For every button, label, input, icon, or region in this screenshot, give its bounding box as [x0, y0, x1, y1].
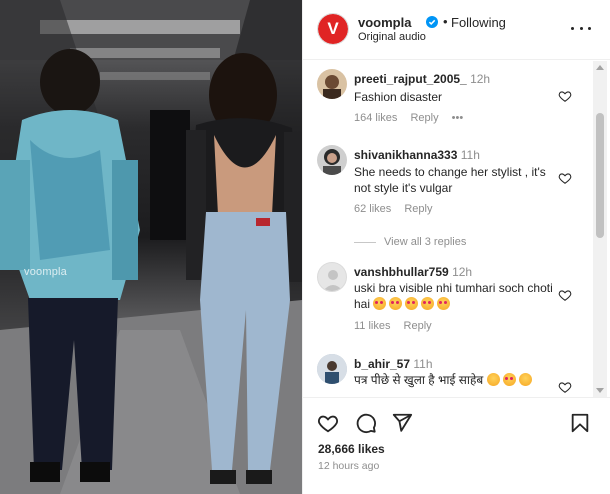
- comment-like-heart-icon[interactable]: [558, 380, 572, 394]
- more-options-icon[interactable]: [571, 18, 591, 38]
- heart-eyes-emoji-icon: [421, 297, 435, 310]
- scroll-up-arrow-icon[interactable]: [596, 65, 604, 70]
- clap-emoji-icon: [486, 373, 500, 386]
- heart-eyes-emoji-icon: [389, 297, 403, 310]
- comment-like-heart-icon[interactable]: [558, 288, 572, 302]
- commenter-avatar[interactable]: [317, 69, 347, 99]
- comment-time: 12h: [452, 265, 473, 279]
- media-watermark: voompla: [24, 266, 67, 278]
- comment-likes[interactable]: 62 likes: [354, 203, 391, 215]
- author-avatar[interactable]: V: [318, 14, 348, 44]
- author-username[interactable]: voompla: [358, 15, 411, 30]
- comment-more-icon[interactable]: •••: [452, 112, 464, 124]
- scroll-down-arrow-icon[interactable]: [596, 388, 604, 393]
- replies-divider: [354, 241, 376, 243]
- video-frame-illustration: [0, 0, 302, 494]
- comment-icon[interactable]: [355, 412, 377, 434]
- scrollbar-thumb[interactable]: [596, 113, 604, 238]
- commenter-avatar[interactable]: [317, 262, 347, 292]
- heart-eyes-emoji-icon: [405, 297, 419, 310]
- post-sidebar: V voompla • Following Original audio pre…: [302, 0, 610, 494]
- comment-likes[interactable]: 164 likes: [354, 112, 397, 124]
- comment-likes[interactable]: 11 likes: [354, 320, 390, 332]
- post-header: V voompla • Following Original audio: [303, 0, 610, 60]
- comment-time: 11h: [460, 148, 480, 162]
- heart-eyes-emoji-icon: [437, 297, 451, 310]
- verified-badge-icon: [426, 16, 438, 28]
- reply-button[interactable]: Reply: [404, 203, 432, 215]
- comment-time: 11h: [413, 357, 433, 371]
- post-timestamp[interactable]: 12 hours ago: [318, 460, 379, 472]
- view-replies-button[interactable]: View all 3 replies: [354, 236, 466, 248]
- commenter-avatar[interactable]: [317, 354, 347, 384]
- comment-username[interactable]: b_ahir_57: [354, 357, 410, 371]
- reply-button[interactable]: Reply: [410, 112, 438, 124]
- post-like-count[interactable]: 28,666 likes: [318, 442, 385, 456]
- comments-list[interactable]: preeti_rajput_2005_ 12h Fashion disaster…: [303, 61, 593, 397]
- comment-like-heart-icon[interactable]: [558, 171, 572, 185]
- comment-like-heart-icon[interactable]: [558, 89, 572, 103]
- send-icon[interactable]: [391, 412, 413, 434]
- commenter-avatar[interactable]: [317, 145, 347, 175]
- heart-icon[interactable]: [317, 412, 339, 434]
- reply-button[interactable]: Reply: [404, 320, 432, 332]
- joy-emoji-icon: [518, 373, 532, 386]
- audio-label[interactable]: Original audio: [358, 31, 426, 43]
- comment-username[interactable]: preeti_rajput_2005_: [354, 72, 467, 86]
- header-separator: •: [443, 14, 448, 29]
- comment-username[interactable]: vanshbhullar759: [354, 265, 449, 279]
- comment-text: Fashion disaster: [354, 90, 443, 104]
- comment-text: She needs to change her stylist , it's n…: [354, 165, 546, 195]
- post-media[interactable]: voompla: [0, 0, 302, 494]
- bookmark-icon[interactable]: [569, 412, 591, 434]
- heart-eyes-emoji-icon: [502, 373, 516, 386]
- following-button[interactable]: Following: [451, 15, 506, 30]
- comment-time: 12h: [470, 72, 491, 86]
- heart-eyes-emoji-icon: [373, 297, 387, 310]
- comment-username[interactable]: shivanikhanna333: [354, 148, 457, 162]
- post-actions: 28,666 likes 12 hours ago: [303, 397, 610, 494]
- comment-text: पत्र पीछे से खुला है भाई साहेब: [354, 373, 484, 387]
- comments-scrollbar[interactable]: [593, 61, 607, 397]
